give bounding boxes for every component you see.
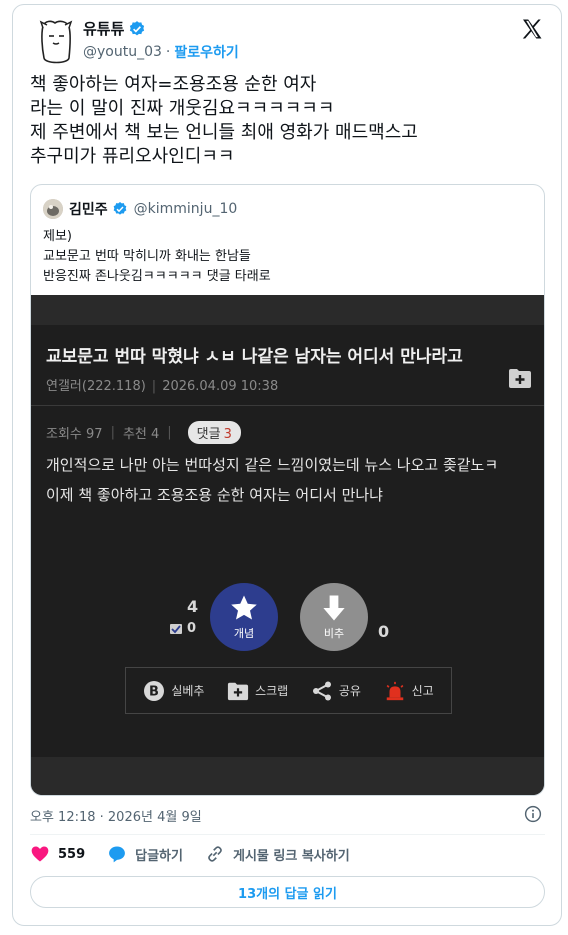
reply-button[interactable]: 답글하기 [107,844,183,864]
fixed-upvote-count: 0 [187,621,197,636]
quote-line: 제보) [43,229,72,244]
post-reply-pill: 댓글 3 [187,421,241,444]
tweet-line: 제 주변에서 책 보는 언니들 최애 영화가 매드맥스고 [30,122,418,143]
verified-icon [113,202,126,215]
arrow-down-icon [323,595,345,621]
fixed-upvote-row: 0 [169,621,196,636]
copy-link-button[interactable]: 게시물 링크 복사하기 [205,844,350,864]
quote-screenshot[interactable]: 교보문고 번따 막혔냐 ㅅㅂ 나같은 남자는 어디서 만나라고 연갤러(222.… [31,295,544,795]
x-logo-icon[interactable] [520,17,544,41]
tweet-line: 책 좋아하는 여자=조용조용 순한 여자 [30,74,317,95]
action-scrap-label: 스크랩 [255,684,289,698]
post-title: 교보문고 번따 막혔냐 ㅅㅂ 나같은 남자는 어디서 만나라고 [46,347,463,367]
downvote-button: 비추 [300,583,368,651]
post-views: 조회수 97 [46,427,103,442]
like-count: 559 [58,846,86,862]
action-best: B 실베추 [143,680,204,702]
post-meta: 연갤러(222.118) | 2026.04.09 10:38 [46,379,279,394]
footer-divider [30,834,545,835]
action-report: 신고 [384,680,434,702]
quote-avatar[interactable] [43,199,63,219]
follow-button[interactable]: 팔로우하기 [174,42,238,62]
tweet-text: 책 좋아하는 여자=조용조용 순한 여자 라는 이 말이 진짜 개웃김요ㅋㅋㅋㅋ… [30,73,550,169]
downvote-count: 0 [378,622,390,641]
action-scrap: 스크랩 [227,680,288,702]
upvote-button: 개념 [210,583,278,651]
heart-icon [31,846,49,862]
tweet-line: 라는 이 말이 진짜 개웃김요ㅋㅋㅋㅋㅋㅋ [30,98,335,119]
avatar-icon[interactable] [37,18,75,66]
author-handle-row: @youtu_03 · 팔로우하기 [83,42,239,62]
fixed-icon [170,623,182,634]
quote-author-handle: @kimminju_10 [133,201,238,217]
quote-line: 교보문고 번따 막히니까 화내는 한남들 [43,249,251,264]
reply-pill-count: 3 [223,427,232,442]
action-best-label: 실베추 [171,684,205,698]
post-body-paragraph: 개인적으로 나만 아는 번따성지 같은 느낌이였는데 뉴스 나오고 좆같노ㅋ [46,456,499,474]
info-icon[interactable] [524,805,542,823]
siren-icon [386,681,403,700]
action-share-label: 공유 [338,684,361,698]
action-report-label: 신고 [411,684,434,698]
handle-separator: · [165,44,171,60]
share-icon [312,681,331,700]
post-divider [31,405,544,406]
reply-pill-label: 댓글 [196,427,221,442]
read-replies-button[interactable]: 13개의 답글 읽기 [30,876,545,908]
quote-text: 제보) 교보문고 번따 막히니까 화내는 한남들 반응진짜 존나웃김ㅋㅋㅋㅋㅋ … [43,227,271,287]
tweet-timestamp[interactable]: 오후 12:18 · 2026년 4월 9일 [30,806,202,825]
downvote-label: 비추 [323,627,345,640]
verified-icon [130,20,145,35]
engagement-bar: 559 답글하기 게시물 링크 복사하기 [30,844,372,864]
post-body-paragraph: 이제 책 좋아하고 조용조용 순한 여자는 어디서 만나냐 [46,486,383,504]
author-handle[interactable]: @youtu_03 [83,44,162,60]
link-icon [208,846,222,862]
reply-icon [109,846,126,863]
post-stats: 조회수 97 | 추천 4 | 댓글 3 [46,421,241,444]
quote-author-row: 김민주 @kimminju_10 [69,199,237,219]
author-name-row[interactable]: 유튜튜 [83,18,146,39]
post-author: 연갤러(222.118) [46,379,146,394]
post-actions: B 실베추 스크랩 공유 신고 [125,667,452,714]
post-recommends: 추천 4 [122,427,160,442]
tweet-line: 추구미가 퓨리오사인디ㅋㅋ [30,146,235,167]
quote-tweet[interactable]: 김민주 @kimminju_10 제보) 교보문고 번따 막히니까 화내는 한남… [30,184,545,796]
screenshot-bottom-band [31,757,544,795]
post-body: 개인적으로 나만 아는 번따성지 같은 느낌이였는데 뉴스 나오고 좆같노ㅋ 이… [46,452,536,512]
star-icon [231,595,257,620]
best-icon: B [144,680,165,701]
reply-label: 답글하기 [135,848,183,864]
like-button[interactable]: 559 [30,844,85,864]
add-icon [509,369,531,388]
screenshot-top-band [31,295,544,325]
quote-line: 반응진짜 존나웃김ㅋㅋㅋㅋㅋ 댓글 타래로 [43,269,271,284]
author-name[interactable]: 유튜튜 [83,18,124,39]
svg-text:B: B [149,684,159,699]
copy-link-label: 게시물 링크 복사하기 [232,848,350,864]
quote-author-name[interactable]: 김민주 [69,199,108,219]
action-share: 공유 [311,680,361,702]
upvote-count: 4 [187,597,199,616]
scrap-icon [227,682,249,700]
post-date: 2026.04.09 10:38 [162,379,279,394]
upvote-label: 개념 [233,627,255,640]
